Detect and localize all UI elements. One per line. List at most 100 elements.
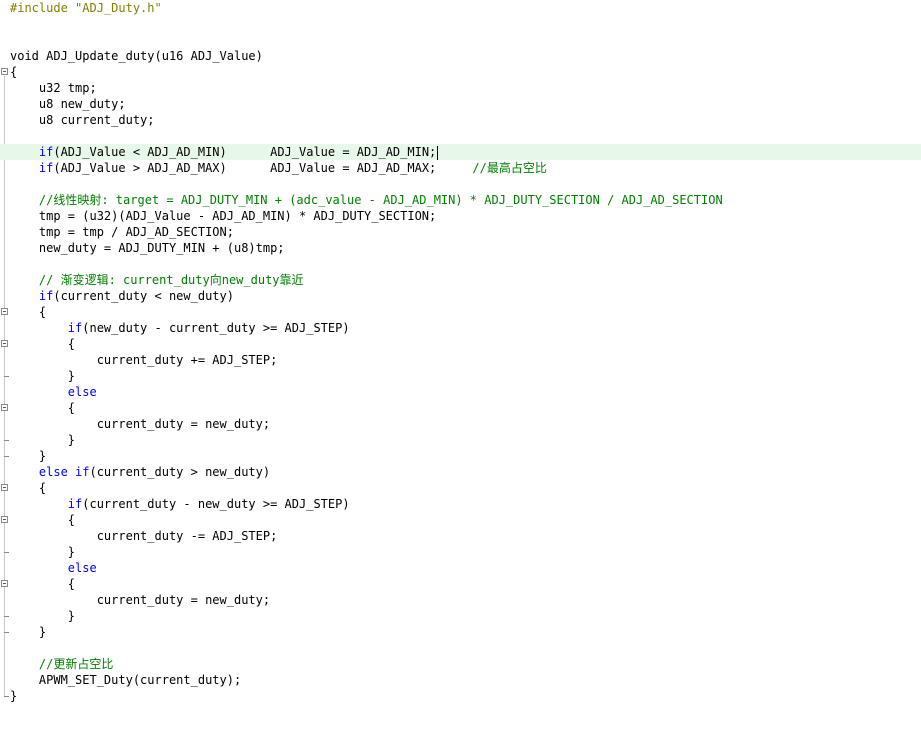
code-token: } [10, 433, 76, 447]
code-line[interactable]: { [0, 576, 921, 592]
code-line-text: } [10, 432, 75, 448]
code-editor[interactable]: #include "ADJ_Duty.h"void ADJ_Update_dut… [0, 0, 921, 750]
code-line[interactable]: if(ADJ_Value > ADJ_AD_MAX) ADJ_Value = A… [0, 160, 921, 176]
code-token: new_duty = ADJ_DUTY_MIN + (u8)tmp; [10, 241, 285, 255]
code-token: current_duty = new_duty; [10, 593, 271, 607]
code-line[interactable]: if(current_duty < new_duty) [0, 288, 921, 304]
code-line[interactable]: } [0, 544, 921, 560]
code-line-text: current_duty = new_duty; [10, 592, 270, 608]
code-line[interactable]: current_duty = new_duty; [0, 416, 921, 432]
code-line[interactable]: tmp = (u32)(ADJ_Value - ADJ_AD_MIN) * AD… [0, 208, 921, 224]
code-line[interactable]: current_duty += ADJ_STEP; [0, 352, 921, 368]
code-line-text: // 渐变逻辑: current_duty向new_duty靠近 [10, 272, 304, 288]
code-line[interactable]: } [0, 688, 921, 704]
code-line-text: } [10, 624, 46, 640]
code-token: u8 current_duty; [10, 113, 155, 127]
code-line[interactable]: { [0, 480, 921, 496]
code-line-text: if(current_duty - new_duty >= ADJ_STEP) [10, 496, 350, 512]
code-line[interactable]: if(new_duty - current_duty >= ADJ_STEP) [0, 320, 921, 336]
code-line-text: { [10, 512, 75, 528]
keyword-token: else [67, 561, 97, 575]
keyword-token: if [38, 289, 54, 303]
code-token: (current_duty - new_duty >= ADJ_STEP) [82, 497, 350, 511]
code-line[interactable] [0, 128, 921, 144]
code-line[interactable]: void ADJ_Update_duty(u16 ADJ_Value) [0, 48, 921, 64]
code-line[interactable]: { [0, 400, 921, 416]
code-token: } [10, 369, 76, 383]
code-line[interactable]: { [0, 512, 921, 528]
code-line[interactable]: current_duty = new_duty; [0, 592, 921, 608]
code-line-text: //线性映射: target = ADJ_DUTY_MIN + (adc_val… [10, 192, 723, 208]
code-token: tmp = tmp / ADJ_AD_SECTION; [10, 225, 234, 239]
code-line[interactable]: u8 new_duty; [0, 96, 921, 112]
code-token: } [10, 689, 18, 703]
code-line-text: { [10, 304, 46, 320]
code-line-text: #include "ADJ_Duty.h" [10, 0, 162, 16]
code-line[interactable]: else [0, 560, 921, 576]
code-line[interactable]: u32 tmp; [0, 80, 921, 96]
code-line[interactable]: } [0, 368, 921, 384]
code-line[interactable]: // 渐变逻辑: current_duty向new_duty靠近 [0, 272, 921, 288]
comment-token: //更新占空比 [38, 657, 114, 671]
code-line-text: else [10, 560, 97, 576]
code-line[interactable]: else [0, 384, 921, 400]
code-token: tmp = (u32)(ADJ_Value - ADJ_AD_MIN) * AD… [10, 209, 437, 223]
code-line[interactable] [0, 640, 921, 656]
code-line-text: { [10, 336, 75, 352]
code-line[interactable]: current_duty -= ADJ_STEP; [0, 528, 921, 544]
code-line-text: else if(current_duty > new_duty) [10, 464, 270, 480]
code-token: u32 tmp; [10, 81, 97, 95]
code-line[interactable]: if(ADJ_Value < ADJ_AD_MIN) ADJ_Value = A… [0, 144, 921, 160]
code-token: (ADJ_Value > ADJ_AD_MAX) ADJ_Value = ADJ… [53, 161, 473, 175]
code-line[interactable]: if(current_duty - new_duty >= ADJ_STEP) [0, 496, 921, 512]
code-line-text: else [10, 384, 97, 400]
code-line[interactable] [0, 16, 921, 32]
code-line[interactable] [0, 176, 921, 192]
code-line[interactable]: u8 current_duty; [0, 112, 921, 128]
code-line-text: new_duty = ADJ_DUTY_MIN + (u8)tmp; [10, 240, 285, 256]
code-line[interactable]: { [0, 304, 921, 320]
code-token: { [10, 577, 76, 591]
code-line[interactable]: { [0, 64, 921, 80]
code-line-text: APWM_SET_Duty(current_duty); [10, 672, 241, 688]
code-token: } [10, 609, 76, 623]
code-line-text: u32 tmp; [10, 80, 97, 96]
code-line-text: { [10, 576, 75, 592]
code-line-text: } [10, 608, 75, 624]
code-line-text: } [10, 544, 75, 560]
code-line-text: { [10, 400, 75, 416]
code-line[interactable]: { [0, 336, 921, 352]
code-line-text: if(ADJ_Value < ADJ_AD_MIN) ADJ_Value = A… [10, 144, 439, 160]
code-line[interactable]: new_duty = ADJ_DUTY_MIN + (u8)tmp; [0, 240, 921, 256]
code-line[interactable]: } [0, 448, 921, 464]
code-line-text: u8 new_duty; [10, 96, 126, 112]
code-line[interactable]: } [0, 624, 921, 640]
code-line[interactable]: } [0, 608, 921, 624]
keyword-token: if [67, 321, 83, 335]
keyword-token: if [38, 145, 54, 159]
code-line[interactable]: //线性映射: target = ADJ_DUTY_MIN + (adc_val… [0, 192, 921, 208]
code-line-text: } [10, 368, 75, 384]
code-token: (current_duty < new_duty) [53, 289, 234, 303]
code-line[interactable]: #include "ADJ_Duty.h" [0, 0, 921, 16]
code-line[interactable]: else if(current_duty > new_duty) [0, 464, 921, 480]
code-line[interactable]: } [0, 432, 921, 448]
code-line-text: tmp = tmp / ADJ_AD_SECTION; [10, 224, 234, 240]
code-line[interactable]: tmp = tmp / ADJ_AD_SECTION; [0, 224, 921, 240]
code-line[interactable] [0, 32, 921, 48]
code-line-text: //更新占空比 [10, 656, 113, 672]
code-line[interactable]: APWM_SET_Duty(current_duty); [0, 672, 921, 688]
code-line[interactable] [0, 256, 921, 272]
code-line[interactable]: //更新占空比 [0, 656, 921, 672]
code-token: APWM_SET_Duty(current_duty); [10, 673, 242, 687]
code-token: { [10, 513, 76, 527]
code-token: { [10, 305, 47, 319]
code-token: { [10, 401, 76, 415]
